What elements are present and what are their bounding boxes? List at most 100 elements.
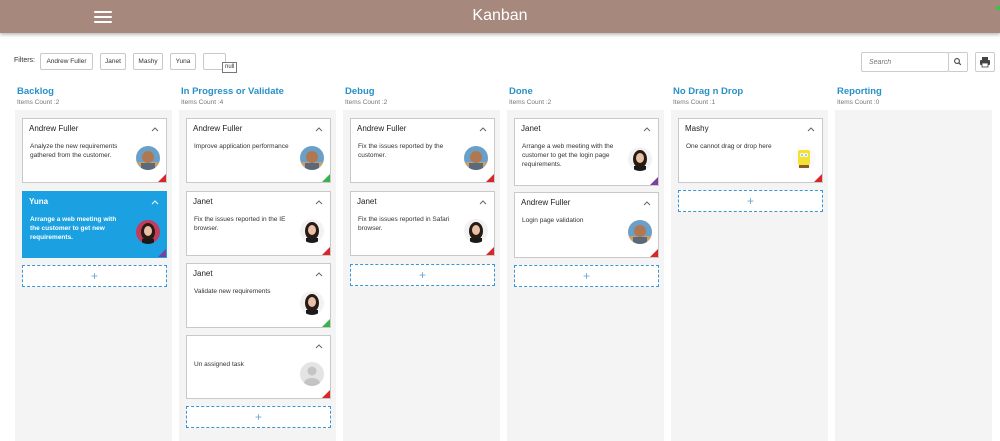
card-description: One cannot drag or drop here	[686, 143, 772, 150]
card-priority-corner	[158, 174, 166, 182]
card-description: Analyze the new requirements gathered fr…	[30, 143, 118, 159]
chevron-up-icon[interactable]	[313, 194, 325, 205]
avatar	[300, 219, 324, 243]
column-title: In Progress or Validate	[181, 86, 284, 97]
plus-icon: +	[90, 269, 98, 283]
card-priority-corner	[322, 174, 330, 182]
kanban-card[interactable]: Janet Fix the issues reported in Safari b…	[350, 191, 495, 256]
chevron-up-icon[interactable]	[313, 121, 325, 132]
chevron-up-icon[interactable]	[641, 121, 653, 132]
column-title: Done	[509, 86, 533, 97]
card-description: Validate new requirements	[194, 288, 271, 295]
card-assignee-name: Janet	[193, 269, 213, 278]
column-title: No Drag n Drop	[673, 86, 744, 97]
plus-icon: +	[582, 269, 590, 283]
avatar	[136, 220, 160, 244]
card-assignee-name: Janet	[193, 197, 213, 206]
filter-tooltip: null	[222, 62, 238, 73]
filters-label: Filters:	[14, 57, 35, 64]
app-header: Kanban	[0, 0, 1000, 33]
card-assignee-name: Andrew Fuller	[521, 198, 571, 207]
add-card-button[interactable]: +	[678, 190, 823, 212]
avatar	[464, 146, 488, 170]
kanban-card[interactable]: Janet Validate new requirements	[186, 263, 331, 328]
avatar	[792, 146, 816, 170]
plus-icon: +	[418, 268, 426, 282]
print-icon	[980, 57, 990, 68]
add-card-button[interactable]: +	[186, 406, 331, 428]
kanban-app: Kanban Filters: Andrew Fuller Janet Mash…	[0, 0, 1000, 441]
chevron-up-icon[interactable]	[313, 266, 325, 277]
print-button[interactable]	[975, 52, 995, 72]
kanban-card[interactable]: Andrew Fuller Improve application perform…	[186, 118, 331, 183]
search-input[interactable]	[861, 52, 949, 72]
status-dot	[996, 6, 1000, 10]
card-description: Arrange a web meeting with the customer …	[522, 143, 614, 168]
add-card-button[interactable]: +	[22, 265, 167, 287]
filter-andrew-fuller-button[interactable]: Andrew Fuller	[40, 53, 93, 70]
card-description: Fix the issues reported in the IE browse…	[194, 216, 286, 232]
card-assignee-name: Mashy	[685, 124, 709, 133]
filter-yuna-button[interactable]: Yuna	[170, 53, 196, 70]
card-description: Fix the issues reported in Safari browse…	[358, 216, 450, 232]
card-assignee-name: Andrew Fuller	[357, 124, 407, 133]
kanban-card[interactable]: Andrew Fuller Login page validation	[514, 192, 659, 258]
card-priority-corner	[814, 174, 822, 182]
kanban-card[interactable]: Mashy One cannot drag or drop here	[678, 118, 823, 183]
app-title: Kanban	[472, 7, 528, 24]
column-items-count: Items Count :1	[673, 99, 716, 106]
chevron-up-icon[interactable]	[149, 194, 161, 205]
kanban-card[interactable]: Andrew Fuller Fix the issues reported by …	[350, 118, 495, 183]
plus-icon: +	[254, 410, 262, 424]
chevron-up-icon[interactable]	[149, 121, 161, 132]
chevron-up-icon[interactable]	[477, 121, 489, 132]
avatar	[628, 147, 652, 171]
column-title: Reporting	[837, 86, 882, 97]
card-assignee-name: Andrew Fuller	[29, 124, 79, 133]
kanban-card[interactable]: Janet Fix the issues reported in the IE b…	[186, 191, 331, 256]
plus-icon: +	[746, 194, 754, 208]
card-assignee-name: Yuna	[29, 197, 49, 206]
card-assignee-name: Andrew Fuller	[193, 124, 243, 133]
card-priority-corner	[486, 247, 494, 255]
column-title: Backlog	[17, 86, 54, 97]
card-assignee-name: Janet	[357, 197, 377, 206]
card-description: Improve application performance	[194, 143, 289, 150]
avatar	[300, 362, 324, 386]
avatar	[464, 219, 488, 243]
add-card-button[interactable]: +	[350, 264, 495, 286]
kanban-card[interactable]: Un assigned task	[186, 335, 331, 399]
card-description: Login page validation	[522, 217, 584, 224]
card-priority-corner	[650, 249, 658, 257]
search-button[interactable]	[948, 52, 968, 72]
avatar	[300, 291, 324, 315]
chevron-up-icon[interactable]	[477, 194, 489, 205]
avatar	[300, 146, 324, 170]
filter-mashy-button[interactable]: Mashy	[133, 53, 163, 70]
card-priority-corner	[158, 249, 166, 257]
card-description: Un assigned task	[194, 361, 244, 368]
chevron-up-icon[interactable]	[641, 195, 653, 206]
card-priority-corner	[650, 177, 658, 185]
column-title: Debug	[345, 86, 375, 97]
avatar	[628, 220, 652, 244]
add-card-button[interactable]: +	[514, 265, 659, 287]
kanban-card[interactable]: Janet Arrange a web meeting with the cust…	[514, 118, 659, 186]
avatar	[136, 146, 160, 170]
chevron-up-icon[interactable]	[313, 338, 325, 349]
card-assignee-name: Janet	[521, 124, 541, 133]
column-items-count: Items Count :4	[181, 99, 224, 106]
card-description: Fix the issues reported by the customer.	[358, 143, 444, 159]
card-priority-corner	[486, 174, 494, 182]
kanban-card[interactable]: Andrew Fuller Analyze the new requirement…	[22, 118, 167, 183]
column-items-count: Items Count :2	[509, 99, 552, 106]
card-priority-corner	[322, 390, 330, 398]
chevron-up-icon[interactable]	[805, 121, 817, 132]
filter-janet-button[interactable]: Janet	[100, 53, 126, 70]
card-priority-corner	[322, 319, 330, 327]
column-items-count: Items Count :2	[345, 99, 388, 106]
kanban-card[interactable]: Yuna Arrange a web meeting with the custo…	[22, 191, 167, 258]
search-icon	[954, 58, 962, 66]
column-items-count: Items Count :2	[17, 99, 60, 106]
column-body	[835, 110, 992, 441]
